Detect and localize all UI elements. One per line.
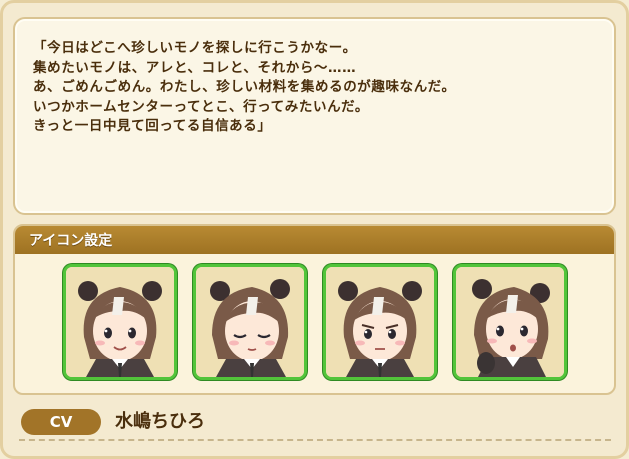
icon-option-surprised[interactable] (453, 264, 567, 380)
divider (19, 439, 611, 441)
cv-row: CV 水嶋ちひろ (15, 405, 615, 441)
profile-panel: 「今日はどこへ珍しいモノを探しに行こうかなー。 集めたいモノは、アレと、コレと、… (0, 0, 629, 459)
icon-option-eyes-closed[interactable] (193, 264, 307, 380)
icon-settings-title: アイコン設定 (29, 233, 113, 249)
icon-option-serious[interactable] (323, 264, 437, 380)
portrait-serious-icon (326, 267, 434, 377)
dialog-text: 「今日はどこへ珍しいモノを探しに行こうかなー。 集めたいモノは、アレと、コレと、… (33, 40, 456, 134)
dialog-box: 「今日はどこへ珍しいモノを探しに行こうかなー。 集めたいモノは、アレと、コレと、… (13, 17, 616, 215)
cv-badge: CV (21, 409, 101, 435)
icon-option-smile[interactable] (63, 264, 177, 380)
voice-actor-name: 水嶋ちひろ (115, 411, 205, 432)
icon-settings-section: アイコン設定 (13, 224, 616, 395)
portrait-surprised-icon (456, 267, 564, 377)
icon-settings-header: アイコン設定 (15, 226, 614, 254)
portrait-eyes-closed-icon (196, 267, 304, 377)
icon-list (63, 264, 569, 382)
portrait-smile-icon (66, 267, 174, 377)
